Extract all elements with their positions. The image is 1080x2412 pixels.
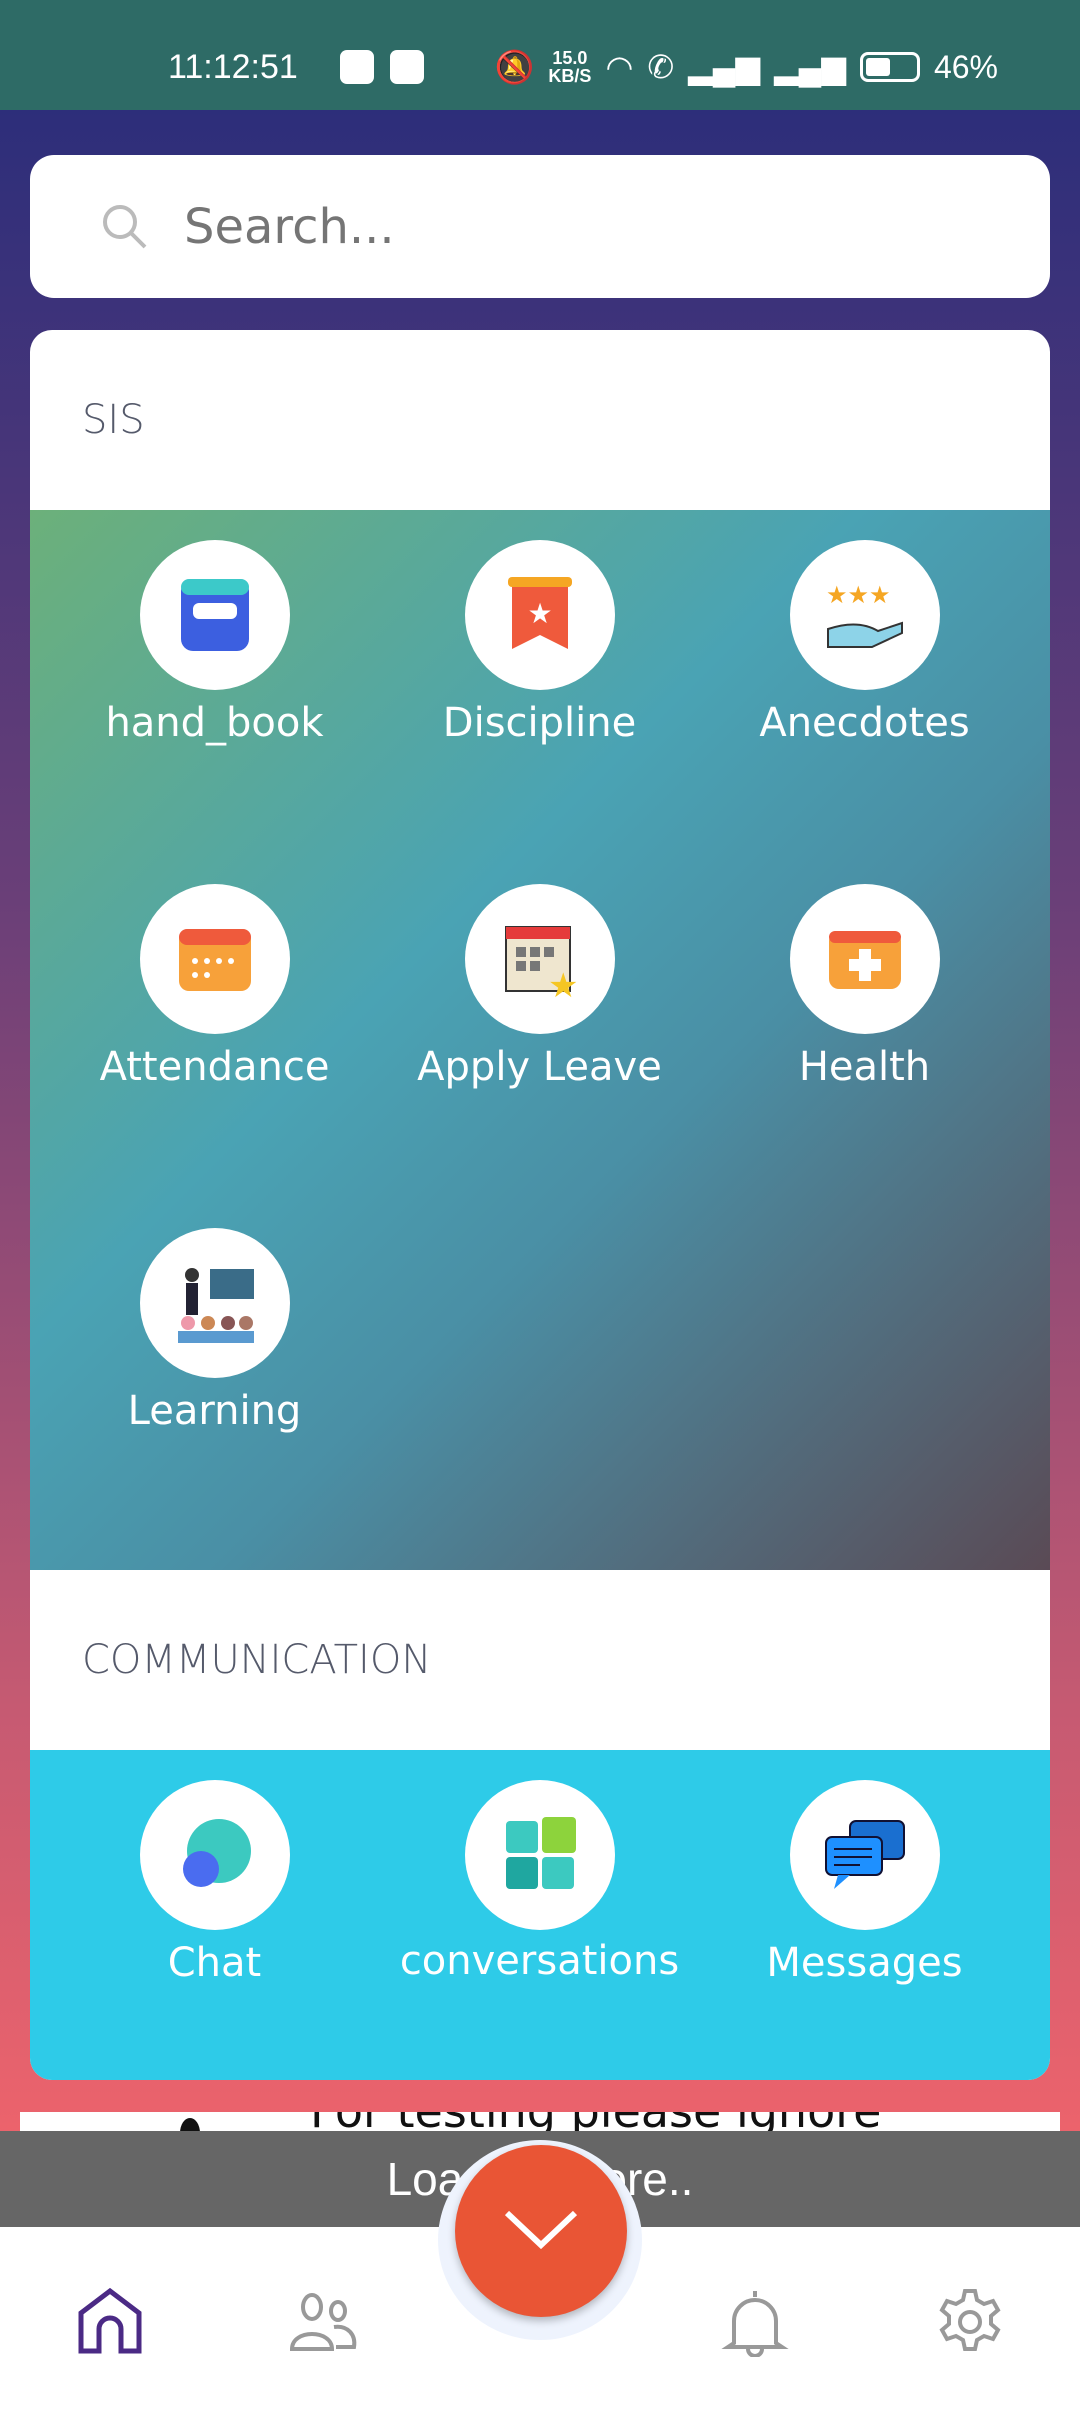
svg-text:★★★: ★★★	[826, 581, 891, 609]
modules-card: SIS hand_book ★ Discipline ★★★ Anecdotes A…	[30, 330, 1050, 2080]
tile-discipline[interactable]: ★ Discipline	[377, 540, 702, 746]
tile-apply-leave[interactable]: ★ Apply Leave	[377, 884, 702, 1090]
tile-messages[interactable]: Messages	[702, 1780, 1027, 1986]
net-speed-value: 15.0	[552, 48, 588, 68]
messages-icon	[824, 1820, 905, 1889]
sis-grid: hand_book ★ Discipline ★★★ Anecdotes Atten…	[30, 510, 1050, 1570]
communication-grid: Chat conversations Messages	[30, 1750, 1050, 2080]
app-notification-icon	[390, 50, 424, 84]
section-title-communication: COMMUNICATION	[82, 1637, 432, 1683]
tile-label: Discipline	[442, 700, 637, 746]
conversations-icon	[505, 1817, 576, 1889]
chat-bubble-icon	[182, 1819, 251, 1887]
calendar-star-icon: ★	[504, 926, 578, 1001]
expand-fab-button[interactable]	[455, 2145, 627, 2317]
first-aid-icon	[828, 931, 901, 989]
bell-icon[interactable]	[720, 2287, 790, 2357]
tile-label: Health	[798, 1044, 931, 1090]
tile-hand-book[interactable]: hand_book	[52, 540, 377, 746]
search-bar[interactable]	[30, 155, 1050, 298]
tile-learning[interactable]: Learning	[52, 1228, 377, 1434]
stars-hand-icon: ★★★	[826, 581, 903, 648]
search-input[interactable]	[184, 198, 884, 255]
tile-label: Chat	[167, 1940, 262, 1986]
handbook-icon	[180, 579, 249, 651]
classroom-icon	[177, 1268, 254, 1343]
tile-conversations[interactable]: conversations	[377, 1780, 702, 1996]
tile-attendance[interactable]: Attendance	[52, 884, 377, 1090]
tile-label: Apply Leave	[417, 1044, 662, 1090]
section-title-sis: SIS	[82, 397, 145, 443]
tile-label: hand_book	[105, 700, 324, 746]
people-icon[interactable]	[288, 2287, 358, 2357]
tile-label: Learning	[127, 1388, 302, 1434]
tile-anecdotes[interactable]: ★★★ Anecdotes	[702, 540, 1027, 746]
tile-health[interactable]: Health	[702, 884, 1027, 1090]
net-speed-unit: KB/S	[548, 66, 592, 86]
status-bar: 11:12:51 🔕 15.0 KB/S ◠ ✆ ▂▄▆ ▂▄▆ 46%	[0, 0, 1080, 110]
net-speed: 15.0 KB/S	[548, 49, 591, 85]
wifi-icon: ◠	[605, 49, 634, 85]
signal-icon-2: ▂▄▆	[774, 49, 846, 85]
notification-icon	[340, 50, 374, 84]
signal-icon: ▂▄▆	[688, 49, 761, 85]
tile-label: Attendance	[99, 1044, 330, 1090]
battery-level: 46%	[933, 48, 998, 85]
battery-icon	[859, 52, 920, 82]
chevron-down-icon	[504, 2210, 578, 2250]
calendar-icon	[178, 929, 251, 991]
status-time: 11:12:51	[168, 48, 298, 86]
tile-label: Anecdotes	[759, 700, 970, 746]
tile-chat[interactable]: Chat	[52, 1780, 377, 1986]
tile-label: conversations	[399, 1938, 680, 1984]
svg-text:★: ★	[527, 597, 552, 630]
tile-label: Messages	[766, 1940, 963, 1986]
home-icon[interactable]	[75, 2287, 145, 2357]
mute-icon: 🔕	[494, 49, 535, 85]
call-icon: ✆	[647, 49, 675, 85]
search-icon	[103, 204, 147, 248]
discipline-badge-icon: ★	[507, 577, 572, 649]
svg-text:★: ★	[548, 966, 578, 1001]
gear-icon[interactable]	[935, 2287, 1005, 2357]
